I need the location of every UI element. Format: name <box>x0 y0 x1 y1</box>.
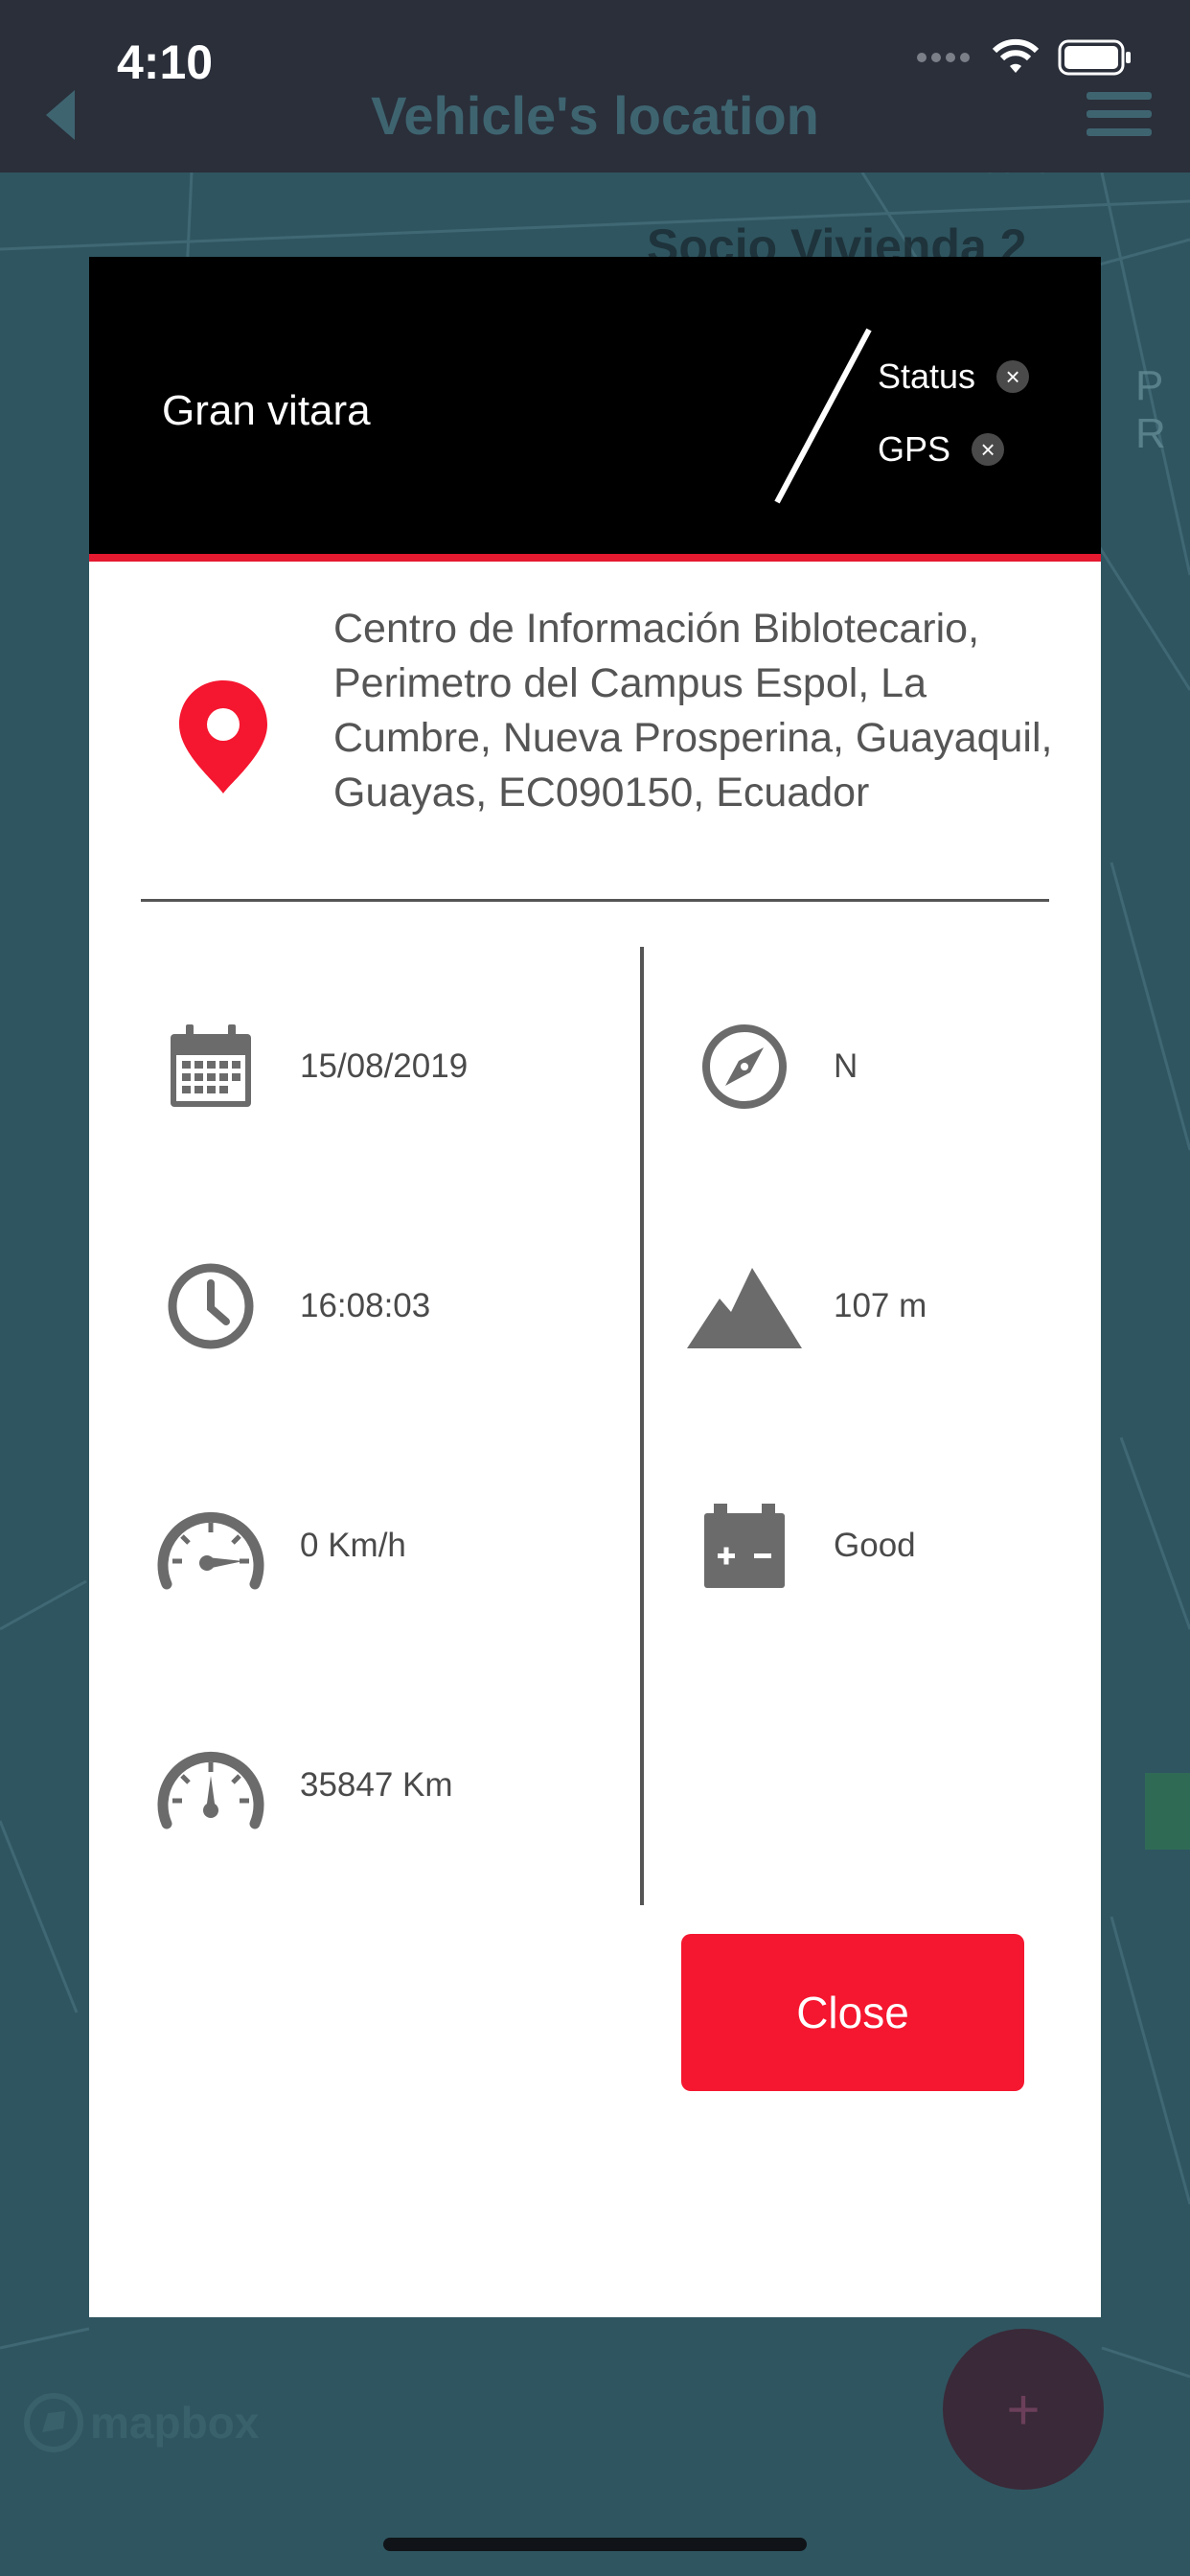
page-title: Vehicle's location <box>371 85 819 146</box>
home-indicator <box>383 2538 807 2551</box>
info-date: 15/08/2019 <box>149 1014 468 1119</box>
status-icons <box>916 38 1133 77</box>
close-button[interactable]: Close <box>681 1934 1024 2091</box>
info-odometer: 35847 Km <box>149 1733 453 1838</box>
top-navbar: 4:10 Vehicle's location <box>0 0 1190 172</box>
address-text: Centro de Información Biblotecario, Peri… <box>333 606 1053 816</box>
add-fab-button[interactable]: + <box>943 2329 1104 2490</box>
info-heading: N <box>682 1014 858 1119</box>
speedometer-icon <box>157 1511 264 1590</box>
status-indicator: Status × <box>878 356 1030 397</box>
info-time: 16:08:03 <box>149 1254 430 1359</box>
info-speed: 0 Km/h <box>149 1493 406 1598</box>
date-value: 15/08/2019 <box>300 1047 469 1085</box>
horizontal-divider <box>141 899 1049 902</box>
odometer-value: 35847 Km <box>300 1766 453 1804</box>
gps-label: GPS <box>878 429 951 469</box>
vehicle-info-modal: Gran vitara Status × GPS × Centro de Inf… <box>89 257 1101 2317</box>
calendar-icon <box>171 1024 251 1107</box>
car-battery-icon <box>704 1504 785 1588</box>
altitude-value: 107 m <box>834 1287 927 1324</box>
compass-icon <box>702 1024 787 1109</box>
map-label-edge: P R <box>1135 362 1166 457</box>
battery-icon <box>1058 39 1131 76</box>
info-battery: Good <box>682 1493 916 1598</box>
modal-header: Gran vitara Status × GPS × <box>89 257 1101 562</box>
speed-value: 0 Km/h <box>300 1527 406 1564</box>
status-time: 4:10 <box>117 35 214 89</box>
address-section: Centro de Información Biblotecario, Peri… <box>89 562 1101 859</box>
wifi-icon <box>992 38 1040 73</box>
location-pin-icon <box>179 680 267 794</box>
mapbox-icon <box>24 2393 83 2452</box>
battery-value: Good <box>834 1527 916 1564</box>
vehicle-name: Gran vitara <box>162 387 371 434</box>
vertical-divider <box>640 947 644 1905</box>
gps-off-icon: × <box>972 433 1005 466</box>
mapbox-logo[interactable]: mapbox <box>23 2392 259 2453</box>
mountain-icon <box>687 1268 802 1348</box>
time-value: 16:08:03 <box>300 1287 431 1324</box>
odometer-icon <box>157 1751 264 1829</box>
signal-icon <box>917 53 970 62</box>
menu-icon[interactable] <box>1087 86 1152 142</box>
info-altitude: 107 m <box>682 1254 927 1359</box>
status-label: Status <box>878 356 976 396</box>
divider-slash <box>774 328 872 504</box>
mapbox-attribution: mapbox <box>90 2398 260 2448</box>
clock-icon <box>168 1263 254 1349</box>
status-off-icon: × <box>996 360 1030 393</box>
heading-value: N <box>834 1047 858 1085</box>
gps-indicator: GPS × <box>878 429 1005 470</box>
